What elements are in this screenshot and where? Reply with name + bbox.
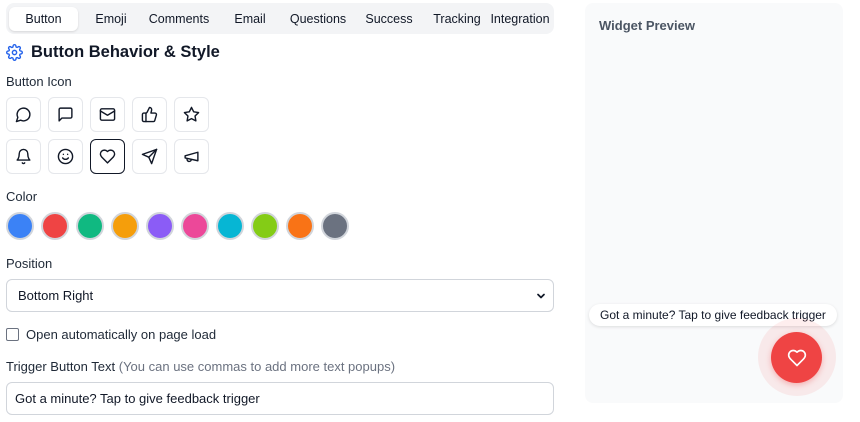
section-header: Button Behavior & Style <box>6 43 220 62</box>
tab-comments[interactable]: Comments <box>144 7 214 31</box>
position-select[interactable]: Bottom Right <box>6 279 554 312</box>
tab-tracking[interactable]: Tracking <box>428 7 486 31</box>
settings-tabs: Button Emoji Comments Email Questions Su… <box>6 3 554 34</box>
color-swatch-blue[interactable] <box>6 212 34 240</box>
heart-icon <box>787 349 806 366</box>
tab-integration[interactable]: Integration <box>486 7 554 31</box>
megaphone-icon[interactable] <box>174 139 209 174</box>
button-icon-label: Button Icon <box>6 74 72 89</box>
tab-button[interactable]: Button <box>9 6 78 31</box>
message-circle-icon[interactable] <box>6 97 41 132</box>
auto-open-checkbox[interactable] <box>6 328 19 341</box>
color-picker <box>6 212 349 240</box>
tab-email[interactable]: Email <box>214 7 286 31</box>
widget-preview-title: Widget Preview <box>599 18 695 33</box>
icon-picker <box>6 97 209 174</box>
tab-emoji[interactable]: Emoji <box>78 7 144 31</box>
color-label: Color <box>6 189 38 204</box>
auto-open-label: Open automatically on page load <box>26 327 217 342</box>
color-swatch-purple[interactable] <box>146 212 174 240</box>
mail-icon[interactable] <box>90 97 125 132</box>
color-swatch-green[interactable] <box>76 212 104 240</box>
chevron-down-icon <box>535 290 547 302</box>
tab-success[interactable]: Success <box>350 7 428 31</box>
bell-icon[interactable] <box>6 139 41 174</box>
color-swatch-cyan[interactable] <box>216 212 244 240</box>
color-swatch-gray[interactable] <box>321 212 349 240</box>
tab-questions[interactable]: Questions <box>286 7 350 31</box>
color-swatch-orange[interactable] <box>286 212 314 240</box>
color-swatch-red[interactable] <box>41 212 69 240</box>
trigger-text-label-main: Trigger Button Text <box>6 359 116 374</box>
preview-feedback-button[interactable] <box>771 332 822 383</box>
send-icon[interactable] <box>132 139 167 174</box>
position-select-value: Bottom Right <box>18 288 94 303</box>
star-icon[interactable] <box>174 97 209 132</box>
auto-open-row: Open automatically on page load <box>6 327 216 342</box>
color-swatch-pink[interactable] <box>181 212 209 240</box>
widget-preview-panel: Widget Preview Got a minute? Tap to give… <box>585 3 843 403</box>
trigger-text-hint: (You can use commas to add more text pop… <box>118 359 396 374</box>
position-label: Position <box>6 256 53 271</box>
message-square-icon[interactable] <box>48 97 83 132</box>
gear-icon <box>6 44 23 61</box>
trigger-text-label: Trigger Button Text (You can use commas … <box>6 359 395 374</box>
heart-icon[interactable] <box>90 139 125 174</box>
smile-icon[interactable] <box>48 139 83 174</box>
section-title: Button Behavior & Style <box>31 43 220 61</box>
trigger-text-input[interactable]: Got a minute? Tap to give feedback trigg… <box>6 382 554 415</box>
color-swatch-amber[interactable] <box>111 212 139 240</box>
thumbs-up-icon[interactable] <box>132 97 167 132</box>
color-swatch-lime[interactable] <box>251 212 279 240</box>
